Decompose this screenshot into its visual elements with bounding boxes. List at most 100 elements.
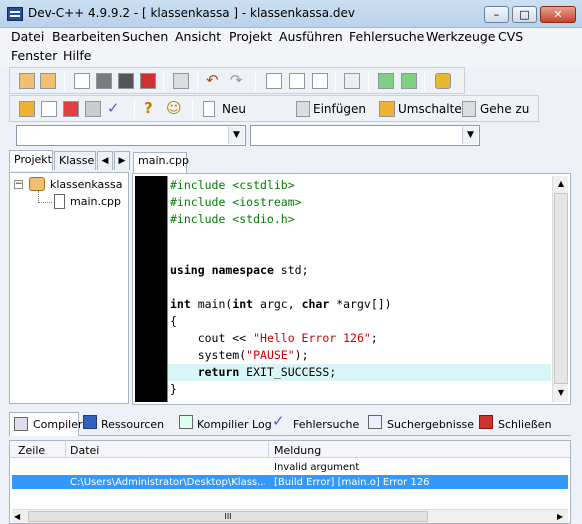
add-to-project-icon[interactable]: [378, 73, 394, 89]
code-line[interactable]: {: [168, 313, 551, 330]
help-icon[interactable]: ?: [144, 99, 153, 117]
column-meldung[interactable]: Meldung: [274, 443, 321, 458]
redo-icon[interactable]: ↷: [230, 71, 243, 89]
insert-icon[interactable]: [296, 101, 310, 117]
toggle-button[interactable]: Umschalten: [398, 101, 469, 117]
code-line[interactable]: return EXIT_SUCCESS;: [168, 364, 551, 381]
column-divider[interactable]: [268, 441, 269, 458]
find-icon[interactable]: [266, 73, 282, 89]
gutter: [135, 176, 167, 402]
new-button[interactable]: Neu: [222, 101, 246, 117]
tab-ressourcen[interactable]: Ressourcen: [101, 417, 164, 433]
toolbar-separator: [368, 71, 369, 91]
compile-run-icon[interactable]: [63, 101, 79, 117]
tab-projekt[interactable]: Projekt: [9, 150, 53, 171]
new-file-icon[interactable]: [74, 73, 90, 89]
save-icon[interactable]: [96, 73, 112, 89]
member-combo[interactable]: ▼: [250, 125, 480, 146]
tab-fehlersuche[interactable]: Fehlersuche: [293, 417, 359, 433]
menu-datei[interactable]: Datei: [5, 28, 50, 45]
message-list[interactable]: Zeile Datei Meldung Invalid argument C:\…: [9, 440, 571, 524]
tab-scroll-right-icon[interactable]: ▶: [114, 151, 130, 170]
code-line[interactable]: int main(int argc, char *argv[]): [168, 296, 551, 313]
code-line[interactable]: cout << "Hello Error 126";: [168, 330, 551, 347]
menu-werkzeuge[interactable]: Werkzeuge: [420, 28, 502, 45]
table-row-selected[interactable]: C:\Users\Administrator\Desktop\Klass... …: [12, 475, 568, 489]
column-datei[interactable]: Datei: [70, 443, 99, 458]
menu-projekt[interactable]: Projekt: [223, 28, 278, 45]
column-divider[interactable]: [65, 441, 66, 458]
app-icon: [7, 7, 23, 21]
code-line[interactable]: #include <cstdlib>: [168, 177, 551, 194]
code-line[interactable]: #include <stdio.h>: [168, 211, 551, 228]
chevron-down-icon[interactable]: ▼: [228, 127, 244, 144]
maximize-button[interactable]: □: [512, 6, 537, 23]
new-project-icon[interactable]: [19, 73, 35, 89]
remove-from-project-icon[interactable]: [401, 73, 417, 89]
close-button[interactable]: ✕: [540, 6, 576, 23]
about-icon[interactable]: ☺: [166, 99, 182, 117]
tab-klassen[interactable]: Klasse: [54, 151, 96, 170]
replace-icon[interactable]: [289, 73, 305, 89]
save-all-icon[interactable]: [118, 73, 134, 89]
column-zeile[interactable]: Zeile: [18, 443, 45, 458]
project-node[interactable]: klassenkassa: [50, 178, 123, 191]
rebuild-icon[interactable]: [85, 101, 101, 117]
toggle-bookmark-icon[interactable]: [379, 101, 395, 117]
code-token: return: [197, 365, 240, 379]
open-project-icon[interactable]: [40, 73, 56, 89]
code-token: std;: [273, 263, 309, 277]
horizontal-scroll-thumb[interactable]: III: [28, 511, 428, 522]
code-line[interactable]: system("PAUSE");: [168, 347, 551, 364]
scroll-thumb[interactable]: [554, 193, 568, 384]
main-toolbar: ↶ ↷: [9, 67, 465, 94]
code-editor[interactable]: #include <cstdlib> #include <iostream> #in…: [132, 173, 571, 405]
menu-ausfuehren[interactable]: Ausführen: [273, 28, 349, 45]
menu-cvs[interactable]: CVS: [492, 28, 529, 45]
chevron-down-icon[interactable]: ▼: [462, 127, 478, 144]
goto-line-icon[interactable]: [344, 73, 360, 89]
run-icon[interactable]: [41, 101, 57, 117]
menu-fehlersuche[interactable]: Fehlersuche: [343, 28, 430, 45]
tab-kompilier-log[interactable]: Kompilier Log: [197, 417, 272, 433]
find-next-icon[interactable]: [312, 73, 328, 89]
scroll-left-icon[interactable]: ◀: [14, 510, 20, 523]
code-line[interactable]: using namespace std;: [168, 262, 551, 279]
code-line[interactable]: #include <iostream>: [168, 194, 551, 211]
menu-fenster[interactable]: Fenster: [5, 47, 63, 64]
debug-check-icon[interactable]: ✓: [107, 99, 120, 117]
code-line[interactable]: }: [168, 381, 551, 398]
goto-button[interactable]: Gehe zu: [480, 101, 529, 117]
title-bar: Dev-C++ 4.9.9.2 - [ klassenkassa ] - kla…: [0, 0, 582, 28]
tab-suchergebnisse[interactable]: Suchergebnisse: [387, 417, 474, 433]
editor-tab-main-cpp[interactable]: main.cpp: [133, 152, 189, 173]
menu-suchen[interactable]: Suchen: [116, 28, 174, 45]
print-icon[interactable]: [173, 73, 189, 89]
menu-ansicht[interactable]: Ansicht: [169, 28, 227, 45]
collapse-icon[interactable]: −: [14, 180, 23, 189]
minimize-button[interactable]: –: [484, 6, 509, 23]
editor-vertical-scrollbar[interactable]: ▲ ▼: [552, 176, 568, 402]
tab-compiler[interactable]: Compiler: [9, 412, 83, 436]
tab-schliessen[interactable]: Schließen: [498, 417, 552, 433]
project-options-icon[interactable]: [435, 73, 451, 89]
menu-hilfe[interactable]: Hilfe: [57, 47, 97, 64]
compile-icon[interactable]: [19, 101, 35, 117]
class-combo[interactable]: ▼: [16, 125, 246, 146]
close-file-icon[interactable]: [140, 73, 156, 89]
insert-button[interactable]: Einfügen: [313, 101, 366, 117]
table-row[interactable]: Invalid argument: [10, 460, 570, 474]
menu-bearbeiten[interactable]: Bearbeiten: [46, 28, 127, 45]
tab-scroll-left-icon[interactable]: ◀: [97, 151, 113, 170]
code-token: namespace: [211, 263, 274, 277]
file-node[interactable]: main.cpp: [70, 195, 121, 208]
undo-icon[interactable]: ↶: [206, 71, 219, 89]
scroll-right-icon[interactable]: ▶: [557, 510, 563, 523]
goto-bookmark-icon[interactable]: [462, 101, 476, 117]
horizontal-scrollbar[interactable]: ◀ III ▶: [12, 509, 568, 523]
code-area[interactable]: #include <cstdlib> #include <iostream> #in…: [167, 176, 551, 402]
scroll-down-icon[interactable]: ▼: [553, 385, 569, 401]
new-class-icon[interactable]: [203, 101, 215, 117]
toolbar-separator: [424, 71, 425, 91]
scroll-up-icon[interactable]: ▲: [553, 176, 569, 192]
